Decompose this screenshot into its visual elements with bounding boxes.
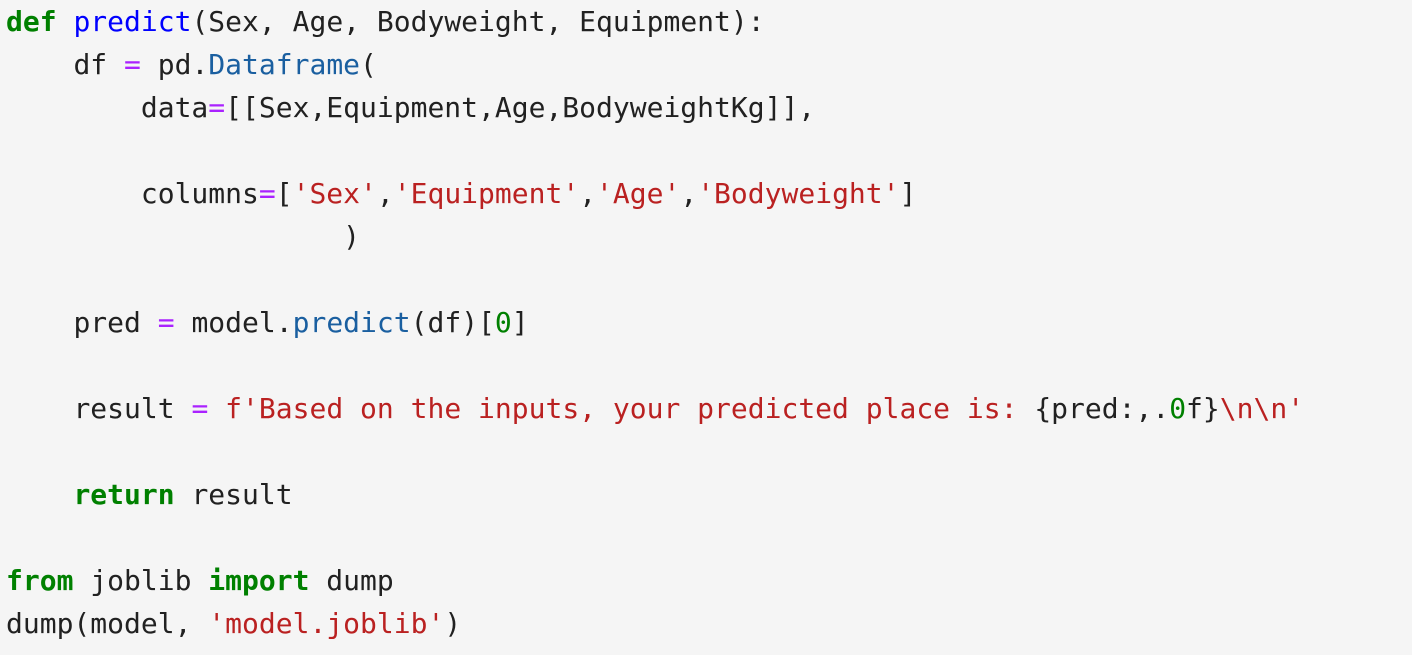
string-quote: ' bbox=[1287, 392, 1305, 425]
keyword-return: return bbox=[73, 478, 175, 511]
code-line-14: from joblib import dump bbox=[6, 564, 394, 597]
number-literal: 0 bbox=[1169, 392, 1187, 425]
string-literal: 'Bodyweight' bbox=[697, 177, 900, 210]
function-name: predict bbox=[73, 5, 192, 38]
function-params: (Sex, Age, Bodyweight, Equipment): bbox=[191, 5, 765, 38]
code-line-2: df = pd.Dataframe( bbox=[73, 48, 377, 81]
assign-operator: = bbox=[258, 177, 276, 210]
code-line-8: pred = model.predict(df)[0] bbox=[73, 306, 529, 339]
assign-operator: = bbox=[208, 91, 226, 124]
fstring-literal: f'Based on the inputs, your predicted pl… bbox=[225, 392, 1035, 425]
attribute-predict: predict bbox=[292, 306, 411, 339]
keyword-def: def bbox=[6, 5, 57, 38]
keyword-import: import bbox=[208, 564, 310, 597]
string-literal: 'model.joblib' bbox=[208, 607, 445, 640]
escape-sequence: \n\n bbox=[1219, 392, 1288, 425]
code-line-10: result = f'Based on the inputs, your pre… bbox=[73, 392, 1305, 425]
fstring-interpolation: {pred:,. bbox=[1034, 392, 1170, 425]
code-line-3: data=[[Sex,Equipment,Age,BodyweightKg]], bbox=[140, 91, 816, 124]
code-line-5: columns=['Sex','Equipment','Age','Bodywe… bbox=[140, 177, 917, 210]
code-line-6: ) bbox=[343, 220, 361, 253]
keyword-from: from bbox=[6, 564, 74, 597]
assign-operator: = bbox=[124, 48, 141, 81]
string-literal: 'Age' bbox=[596, 177, 681, 210]
string-literal: 'Equipment' bbox=[393, 177, 580, 210]
code-line-1: def predict(Sex, Age, Bodyweight, Equipm… bbox=[6, 0, 1412, 43]
assign-operator: = bbox=[191, 392, 209, 425]
code-line-15: dump(model, 'model.joblib') bbox=[6, 607, 462, 640]
assign-operator: = bbox=[157, 306, 175, 339]
code-cell[interactable]: def predict(Sex, Age, Bodyweight, Equipm… bbox=[0, 0, 1412, 655]
string-literal: 'Sex' bbox=[292, 177, 377, 210]
number-literal: 0 bbox=[494, 306, 512, 339]
attribute-dataframe: Dataframe bbox=[208, 48, 361, 81]
fstring-interpolation-end: f} bbox=[1186, 392, 1220, 425]
code-line-12: return result bbox=[73, 478, 293, 511]
